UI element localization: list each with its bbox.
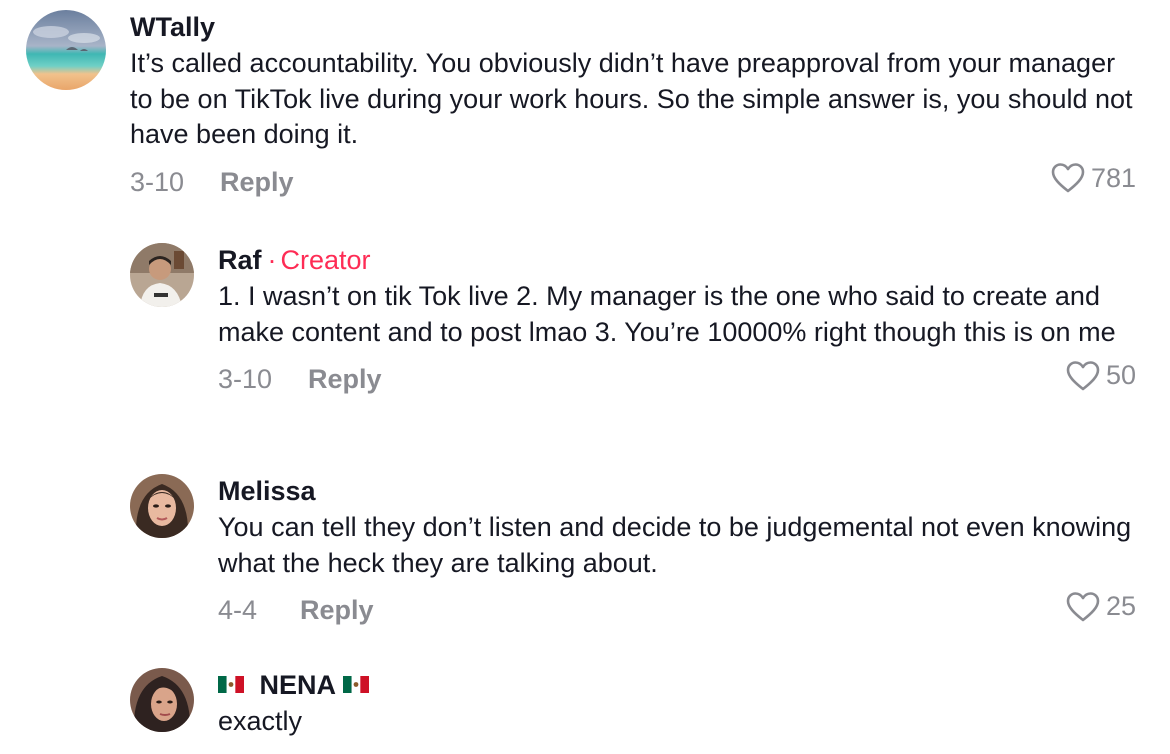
comment-meta: 3-10 Reply 50 [218,360,1136,400]
like-button[interactable]: 781 [1051,163,1136,194]
comment-date: 3-10 [218,364,273,394]
username[interactable]: WTally [130,10,1140,44]
reply-button[interactable]: Reply [308,364,382,395]
like-button[interactable]: 50 [1066,360,1136,391]
avatar[interactable] [130,668,194,732]
comment-text: You can tell they don’t listen and decid… [218,512,1132,578]
heart-outline-icon [1066,360,1100,390]
like-button[interactable]: 25 [1066,591,1136,622]
beach-avatar-image [26,10,106,90]
creator-badge: Creator [280,245,371,275]
comment-text: It’s called accountability. You obviousl… [130,48,1133,149]
avatar[interactable] [130,474,194,538]
comment-date: 3-10 [130,166,185,197]
username-text: NENA [259,670,336,700]
reply-button[interactable]: Reply [220,167,294,198]
comment-meta: 3-10 Reply 781 [130,163,1136,203]
username-text: Raf [218,245,262,275]
comment-meta: 4-4 Reply 25 [218,591,1136,631]
avatar[interactable] [26,10,106,90]
comment-text: exactly [218,706,303,736]
username[interactable]: NENA [218,668,1144,702]
comment-text: 1. I wasn’t on tik Tok live 2. My manage… [218,281,1116,347]
heart-outline-icon [1051,163,1085,193]
avatar[interactable] [130,243,194,307]
mexico-flag-icon [218,676,244,694]
person-avatar-image [130,668,194,732]
comment-date: 4-4 [218,595,258,625]
username[interactable]: Raf · Creator [218,243,1144,277]
like-count: 50 [1105,360,1136,390]
like-count: 781 [1090,162,1136,193]
person-avatar-image [130,243,194,307]
heart-outline-icon [1066,591,1100,621]
mexico-flag-icon [342,676,369,694]
username[interactable]: Melissa [218,474,1144,508]
person-avatar-image [130,474,194,538]
creator-separator: · [267,245,277,275]
like-count: 25 [1105,591,1136,621]
reply-button[interactable]: Reply [300,595,374,626]
